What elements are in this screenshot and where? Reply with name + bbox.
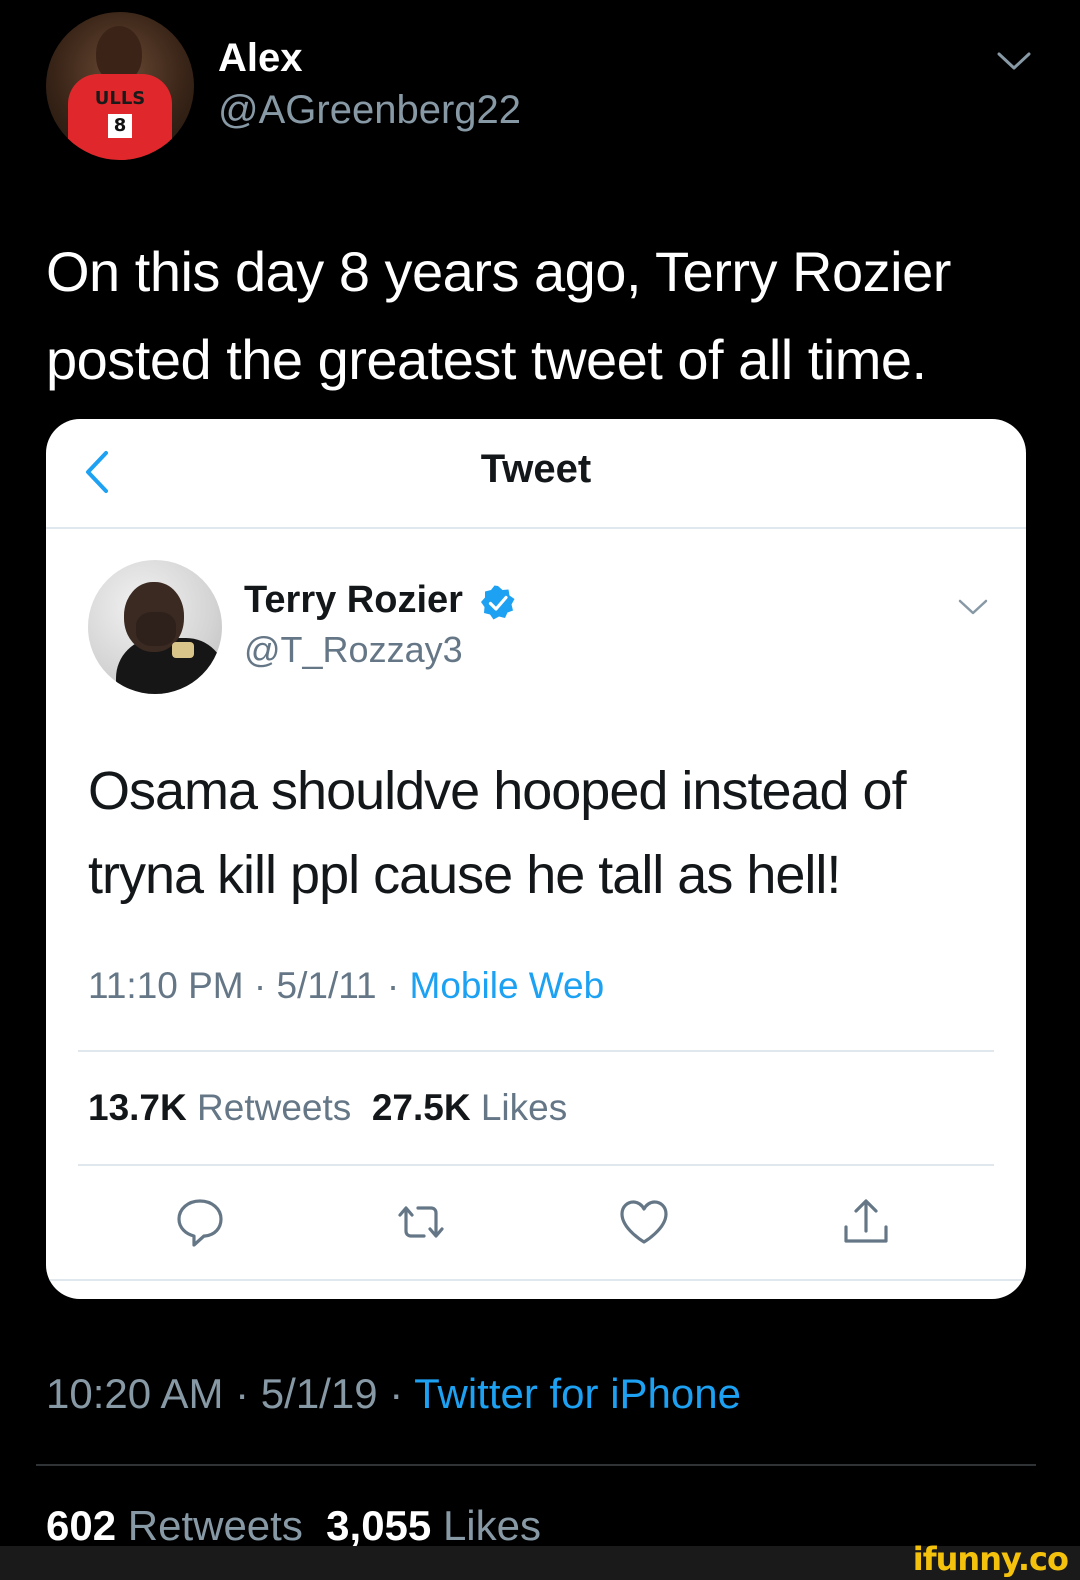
avatar[interactable]: ULLS 8: [46, 12, 194, 160]
author-name[interactable]: Alex: [218, 36, 303, 81]
separator: ·: [376, 965, 410, 1006]
retweet-button[interactable]: [394, 1195, 448, 1249]
chevron-down-icon[interactable]: [958, 597, 988, 617]
tweet-timestamp: 10:20 AM · 5/1/19 · Twitter for iPhone: [46, 1370, 741, 1418]
separator: ·: [223, 1370, 261, 1417]
separator: ·: [243, 965, 277, 1006]
embedded-tweet-screenshot: Tweet Terry Rozier @T_Rozzay3 Osama shou…: [46, 419, 1026, 1299]
embedded-header-title: Tweet: [480, 447, 592, 491]
tweet-source-link[interactable]: Twitter for iPhone: [414, 1370, 741, 1417]
embedded-avatar-hand: [136, 612, 176, 646]
chevron-down-icon[interactable]: [996, 48, 1032, 74]
tweet-date: 5/1/19: [260, 1370, 378, 1417]
reply-icon: [177, 1199, 223, 1247]
embedded-likes-count[interactable]: 27.5K: [372, 1087, 471, 1128]
retweets-count[interactable]: 602: [46, 1502, 116, 1549]
retweet-icon: [398, 1206, 444, 1238]
outer-tweet: ULLS 8 Alex @AGreenberg22 On this day 8 …: [0, 0, 1080, 1580]
tweet-text: On this day 8 years ago, Terry Rozier po…: [46, 240, 951, 391]
retweets-label[interactable]: Retweets: [128, 1502, 303, 1549]
divider: [36, 1464, 1036, 1466]
avatar-jersey-text: ULLS: [94, 88, 146, 109]
embedded-tweet-text: Osama shouldve hooped instead of tryna k…: [88, 761, 907, 905]
tweet-time: 10:20 AM: [46, 1370, 224, 1417]
watermark-logo: ifunny.co: [912, 1540, 1069, 1578]
embedded-avatar[interactable]: [88, 560, 222, 694]
embedded-header: Tweet: [46, 419, 1026, 529]
embedded-time: 11:10 PM: [88, 965, 244, 1006]
share-button[interactable]: [839, 1195, 893, 1249]
like-icon: [620, 1200, 668, 1244]
embedded-avatar-watch: [172, 642, 194, 658]
avatar-jersey-number: 8: [108, 114, 132, 138]
likes-count[interactable]: 3,055: [326, 1502, 431, 1549]
author-handle[interactable]: @AGreenberg22: [218, 88, 521, 133]
separator: ·: [377, 1370, 415, 1417]
avatar-jersey: ULLS 8: [68, 74, 172, 160]
divider: [46, 1279, 1026, 1281]
embedded-retweets-label[interactable]: Retweets: [197, 1087, 351, 1128]
reply-button[interactable]: [173, 1195, 227, 1249]
embedded-author-name[interactable]: Terry Rozier: [244, 579, 463, 622]
embedded-likes-label[interactable]: Likes: [481, 1087, 567, 1128]
share-icon: [844, 1199, 888, 1243]
embedded-date: 5/1/11: [276, 965, 377, 1006]
embedded-timestamp: 11:10 PM · 5/1/11 · Mobile Web: [88, 965, 604, 1007]
embedded-source-link[interactable]: Mobile Web: [410, 965, 605, 1006]
divider: [78, 1050, 994, 1052]
like-button[interactable]: [617, 1195, 671, 1249]
embedded-stats: 13.7K Retweets 27.5K Likes: [88, 1087, 567, 1129]
tweet-stats: 602 Retweets 3,055 Likes: [46, 1502, 541, 1550]
verified-badge-icon: [481, 585, 515, 620]
divider: [78, 1164, 994, 1166]
likes-label[interactable]: Likes: [443, 1502, 541, 1549]
embedded-retweets-count[interactable]: 13.7K: [88, 1087, 187, 1128]
embedded-author-handle[interactable]: @T_Rozzay3: [244, 629, 463, 671]
